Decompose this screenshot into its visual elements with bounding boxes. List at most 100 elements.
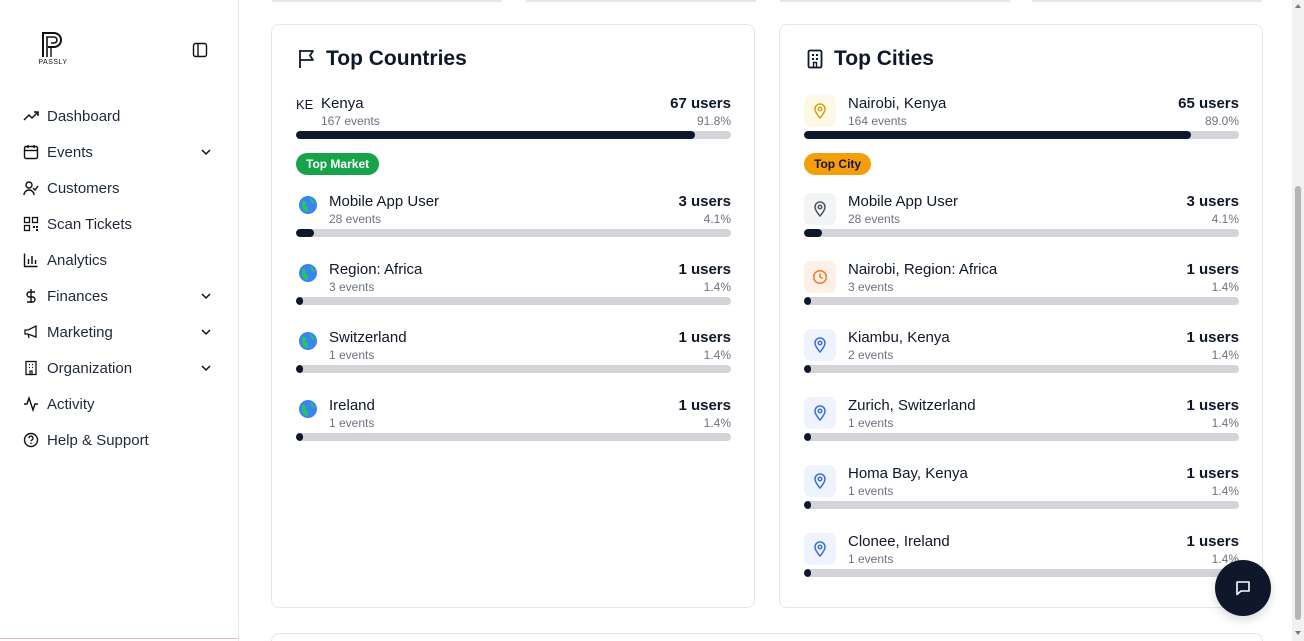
city-percent: 1.4% bbox=[1211, 348, 1239, 362]
bar-chart-icon bbox=[22, 251, 40, 269]
sidebar-toggle-button[interactable] bbox=[190, 40, 210, 60]
country-name: Switzerland bbox=[329, 329, 407, 346]
sidebar-item-label: Scan Tickets bbox=[47, 215, 133, 233]
share-bar bbox=[804, 297, 1239, 305]
chevron-down-icon[interactable] bbox=[198, 288, 214, 304]
card-header: Top Cities bbox=[804, 47, 934, 71]
country-name: Mobile App User bbox=[329, 193, 440, 210]
map-pin-icon bbox=[804, 329, 836, 361]
card-edge bbox=[272, 0, 502, 2]
sidebar-item-scan-tickets[interactable]: Scan Tickets bbox=[22, 206, 222, 242]
globe-icon bbox=[298, 331, 318, 351]
chevron-down-icon[interactable] bbox=[198, 324, 214, 340]
map-pin-icon bbox=[804, 95, 836, 127]
share-bar-fill bbox=[804, 569, 811, 577]
chevron-down-icon[interactable] bbox=[198, 360, 214, 376]
share-bar bbox=[804, 569, 1239, 577]
share-bar-fill bbox=[804, 501, 811, 509]
city-events: 2 events bbox=[848, 348, 894, 362]
share-bar bbox=[804, 131, 1239, 139]
country-percent: 1.4% bbox=[703, 416, 731, 430]
chat-button[interactable] bbox=[1215, 560, 1271, 616]
city-name: Kiambu, Kenya bbox=[848, 329, 950, 346]
sidebar-item-label: Help & Support bbox=[47, 431, 149, 449]
share-bar-fill bbox=[296, 229, 314, 237]
country-name: Ireland bbox=[329, 397, 375, 414]
city-events: 3 events bbox=[848, 280, 894, 294]
card-edge bbox=[780, 0, 1010, 2]
country-users: 67 users bbox=[670, 95, 731, 112]
sidebar-item-customers[interactable]: Customers bbox=[22, 170, 222, 206]
sidebar-item-label: Marketing bbox=[47, 323, 113, 341]
share-bar bbox=[296, 433, 731, 441]
city-users: 1 users bbox=[1186, 261, 1239, 278]
country-name: Kenya bbox=[321, 95, 364, 112]
map-pin-icon bbox=[804, 193, 836, 225]
scroll-up-arrow[interactable] bbox=[1295, 4, 1301, 8]
share-bar bbox=[296, 365, 731, 373]
clock-icon bbox=[804, 261, 836, 293]
sidebar-bottom-divider bbox=[0, 638, 238, 639]
top-cities-card: Top Cities Nairobi, Kenya 164 events 65 … bbox=[779, 24, 1263, 608]
sidebar-item-organization[interactable]: Organization bbox=[22, 350, 222, 386]
share-bar-fill bbox=[296, 131, 696, 139]
activity-icon bbox=[22, 395, 40, 413]
globe-icon bbox=[298, 195, 318, 215]
card-title: Top Cities bbox=[834, 47, 934, 70]
share-bar bbox=[296, 229, 731, 237]
top-countries-card: Top Countries KE Kenya 167 events 67 use… bbox=[271, 24, 755, 608]
page-scrollbar[interactable] bbox=[1292, 0, 1304, 641]
country-events: 1 events bbox=[329, 348, 375, 362]
share-bar-fill bbox=[296, 297, 303, 305]
share-bar bbox=[804, 365, 1239, 373]
share-bar-fill bbox=[804, 365, 811, 373]
country-percent: 4.1% bbox=[703, 212, 731, 226]
sidebar-nav: Dashboard Events Customers Scan Tickets bbox=[22, 98, 222, 458]
megaphone-icon bbox=[22, 323, 40, 341]
sidebar-item-help-support[interactable]: Help & Support bbox=[22, 422, 222, 458]
sidebar-item-marketing[interactable]: Marketing bbox=[22, 314, 222, 350]
passly-logo-mark bbox=[42, 32, 62, 57]
share-bar-fill bbox=[804, 433, 811, 441]
scroll-down-arrow[interactable] bbox=[1295, 631, 1301, 635]
city-percent: 4.1% bbox=[1211, 212, 1239, 226]
map-pin-icon bbox=[804, 465, 836, 497]
help-circle-icon bbox=[22, 431, 40, 449]
globe-icon bbox=[298, 263, 318, 283]
building-icon bbox=[804, 48, 826, 70]
map-pin-icon bbox=[804, 533, 836, 565]
sidebar-item-finances[interactable]: Finances bbox=[22, 278, 222, 314]
city-events: 28 events bbox=[848, 212, 901, 226]
city-events: 1 events bbox=[848, 552, 894, 566]
country-percent: 1.4% bbox=[703, 348, 731, 362]
city-percent: 89.0% bbox=[1204, 114, 1239, 128]
city-users: 1 users bbox=[1186, 397, 1239, 414]
share-bar bbox=[296, 297, 731, 305]
user-check-icon bbox=[22, 179, 40, 197]
country-percent: 91.8% bbox=[696, 114, 731, 128]
scrollbar-thumb[interactable] bbox=[1295, 186, 1301, 620]
share-bar-fill bbox=[296, 433, 303, 441]
city-percent: 1.4% bbox=[1211, 416, 1239, 430]
top-market-badge: Top Market bbox=[296, 153, 380, 175]
chevron-down-icon[interactable] bbox=[198, 144, 214, 160]
sidebar-item-dashboard[interactable]: Dashboard bbox=[22, 98, 222, 134]
sidebar-item-label: Finances bbox=[47, 287, 108, 305]
share-bar-fill bbox=[296, 365, 303, 373]
country-users: 1 users bbox=[678, 329, 731, 346]
passly-logo[interactable]: PASSLY bbox=[34, 30, 72, 70]
card-header: Top Countries bbox=[296, 47, 467, 71]
sidebar-item-activity[interactable]: Activity bbox=[22, 386, 222, 422]
country-users: 3 users bbox=[678, 193, 731, 210]
share-bar-fill bbox=[804, 297, 811, 305]
card-edge bbox=[526, 0, 756, 2]
calendar-icon bbox=[22, 143, 40, 161]
share-bar-fill bbox=[804, 131, 1192, 139]
flag-icon bbox=[296, 48, 318, 70]
dollar-icon bbox=[22, 287, 40, 305]
message-icon bbox=[1236, 581, 1250, 596]
sidebar-item-label: Analytics bbox=[47, 251, 108, 269]
sidebar-item-analytics[interactable]: Analytics bbox=[22, 242, 222, 278]
city-users: 3 users bbox=[1186, 193, 1239, 210]
sidebar-item-events[interactable]: Events bbox=[22, 134, 222, 170]
